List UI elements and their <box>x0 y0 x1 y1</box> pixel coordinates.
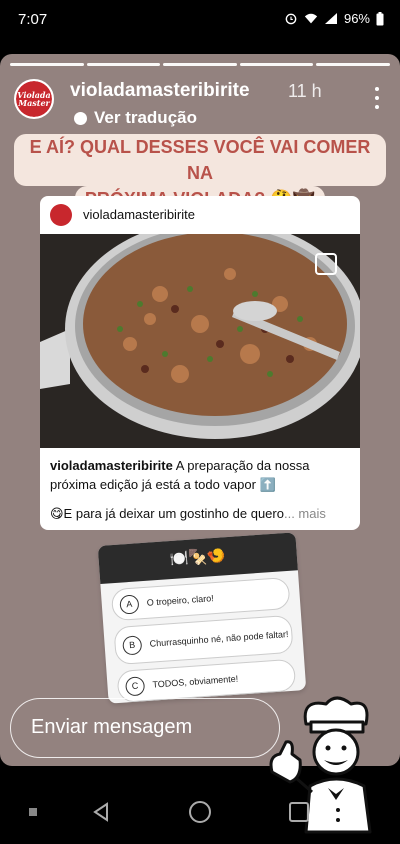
caption-text-2: 😋E para já deixar um gostinho de quero <box>50 506 284 521</box>
quiz-option-b[interactable]: B Churrasquinho né, não pode faltar! <box>113 614 294 666</box>
quiz-header: 🍽️🍢🍤 <box>97 532 298 585</box>
wifi-icon <box>304 13 318 24</box>
alarm-icon <box>285 13 297 25</box>
progress-segment <box>239 63 314 66</box>
post-photo <box>40 234 360 448</box>
progress-segment <box>163 63 237 66</box>
quiz-option-a[interactable]: A O tropeiro, claro! <box>110 576 291 622</box>
battery-icon <box>376 11 384 25</box>
see-translation-label: Ver tradução <box>94 108 197 127</box>
option-label: O tropeiro, claro! <box>146 592 214 608</box>
back-button[interactable] <box>86 780 116 844</box>
translate-icon <box>74 111 87 125</box>
home-button[interactable] <box>185 780 215 844</box>
caption-username: violadamasteribirite <box>50 458 173 473</box>
back-icon <box>93 802 108 822</box>
overview-icon <box>289 802 309 822</box>
shared-post-card[interactable]: violadamasteribirite violadamasteribirit… <box>40 196 360 530</box>
post-username: violadamasteribirite <box>83 207 195 222</box>
option-label: Churrasquinho né, não pode faltar! <box>149 628 289 649</box>
quiz-sticker[interactable]: 🍽️🍢🍤 A O tropeiro, claro! B Churrasquinh… <box>97 532 307 704</box>
see-translation-link[interactable]: Ver tradução <box>74 108 197 128</box>
post-caption: violadamasteribirite A preparação da nos… <box>50 456 352 523</box>
avatar[interactable]: Violada Master <box>14 79 54 119</box>
post-header: violadamasteribirite <box>40 196 360 233</box>
question-line-1: E AÍ? QUAL DESSES VOCÊ VAI COMER NA <box>14 134 386 186</box>
signal-icon <box>324 13 337 24</box>
status-icons: 96% <box>284 11 384 26</box>
square-small-icon <box>29 808 37 816</box>
recents-button[interactable] <box>18 780 48 844</box>
post-avatar <box>50 204 72 226</box>
progress-segment <box>86 63 161 66</box>
overview-button[interactable] <box>284 780 314 844</box>
story-timestamp: 11 h <box>288 81 322 101</box>
story-header: Violada Master violadamasteribirite 11 h <box>14 79 386 119</box>
avatar-logo: Violada Master <box>16 81 52 117</box>
option-letter: B <box>122 635 143 656</box>
story-progress-bar <box>10 63 390 66</box>
option-letter: A <box>119 594 140 615</box>
battery-percent: 96% <box>343 11 370 26</box>
home-icon <box>189 801 211 823</box>
progress-segment <box>10 63 84 66</box>
status-bar: 7:07 96% <box>0 0 400 40</box>
send-message-input[interactable]: Enviar mensagem <box>10 698 280 758</box>
food-pan-image <box>40 234 360 448</box>
progress-segment <box>316 63 390 66</box>
caption-more-link[interactable]: ... mais <box>284 506 326 521</box>
option-label: TODOS, obviamente! <box>152 673 239 690</box>
status-time: 7:07 <box>18 11 48 28</box>
more-options-icon[interactable] <box>374 87 380 109</box>
option-letter: C <box>124 676 146 697</box>
story-username[interactable]: violadamasteribirite <box>70 80 250 102</box>
system-nav-bar <box>0 780 400 844</box>
story-viewer[interactable]: Violada Master violadamasteribirite 11 h… <box>0 54 400 766</box>
